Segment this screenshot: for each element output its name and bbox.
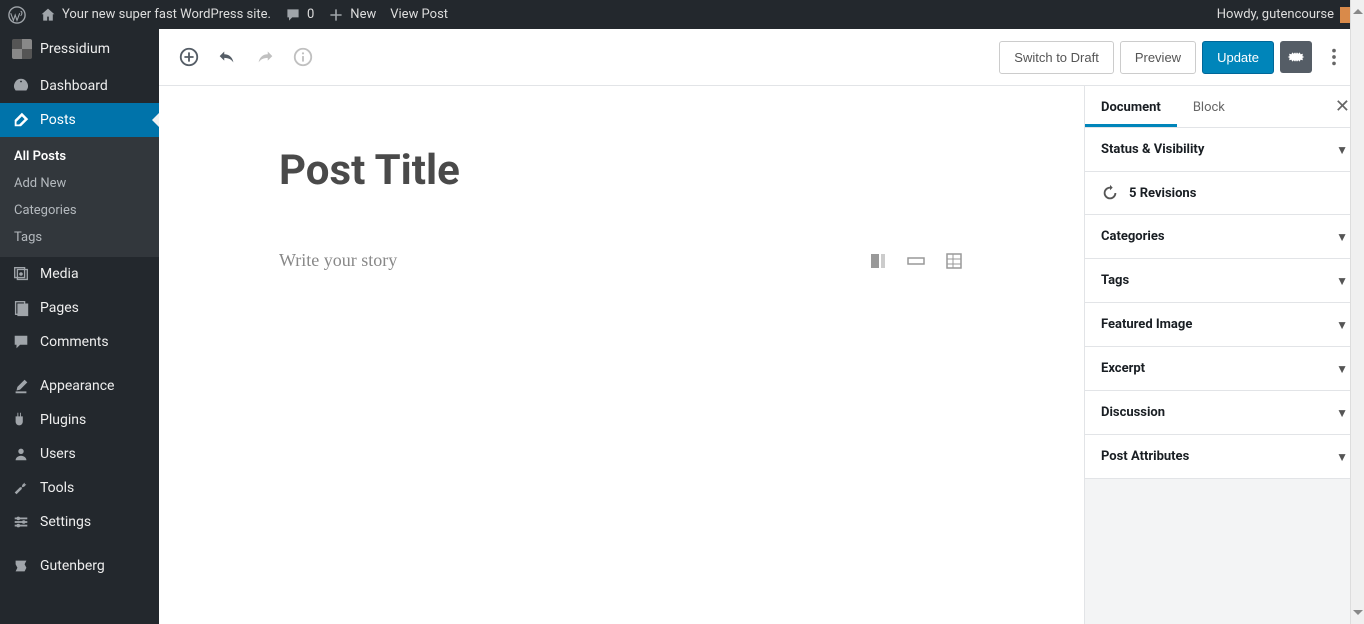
scrollbar[interactable] <box>1350 0 1364 624</box>
editor: Switch to Draft Preview Update Post Titl… <box>159 29 1364 624</box>
chevron-down-icon: ▼ <box>1336 143 1348 157</box>
admin-sidebar: Pressidium Dashboard Posts All Posts Add… <box>0 29 159 624</box>
panel-categories[interactable]: Categories ▼ <box>1085 215 1364 259</box>
sidebar-brand[interactable]: Pressidium <box>0 29 159 69</box>
submenu-tags[interactable]: Tags <box>0 224 159 251</box>
layout-wide-icon[interactable] <box>906 251 926 271</box>
layout-stack-icon[interactable] <box>868 251 888 271</box>
menu-appearance[interactable]: Appearance <box>0 369 159 403</box>
menu-plugins[interactable]: Plugins <box>0 403 159 437</box>
info-button[interactable] <box>287 41 319 73</box>
panel-status[interactable]: Status & Visibility ▼ <box>1085 128 1364 172</box>
submenu-all-posts[interactable]: All Posts <box>0 143 159 170</box>
new-link[interactable]: New <box>328 7 376 23</box>
panel-revisions[interactable]: 5 Revisions <box>1085 172 1364 215</box>
menu-users[interactable]: Users <box>0 437 159 471</box>
chevron-down-icon: ▼ <box>1336 230 1348 244</box>
comments-link[interactable]: 0 <box>285 7 314 23</box>
paragraph-placeholder[interactable]: Write your story <box>279 250 868 271</box>
post-title-input[interactable]: Post Title <box>279 146 964 195</box>
tab-block[interactable]: Block <box>1177 86 1241 127</box>
menu-gutenberg[interactable]: Gutenberg <box>0 549 159 583</box>
wp-logo[interactable] <box>8 6 26 24</box>
posts-submenu: All Posts Add New Categories Tags <box>0 137 159 257</box>
preview-button[interactable]: Preview <box>1120 41 1196 74</box>
brand-icon <box>12 39 32 59</box>
panel-post-attributes[interactable]: Post Attributes ▼ <box>1085 435 1364 479</box>
menu-comments[interactable]: Comments <box>0 325 159 359</box>
chevron-down-icon: ▼ <box>1336 274 1348 288</box>
submenu-add-new[interactable]: Add New <box>0 170 159 197</box>
undo-button[interactable] <box>211 41 243 73</box>
menu-settings[interactable]: Settings <box>0 505 159 539</box>
chevron-down-icon: ▼ <box>1336 450 1348 464</box>
menu-media[interactable]: Media <box>0 257 159 291</box>
editor-header: Switch to Draft Preview Update <box>159 29 1364 86</box>
chevron-down-icon: ▼ <box>1336 406 1348 420</box>
menu-dashboard[interactable]: Dashboard <box>0 69 159 103</box>
submenu-categories[interactable]: Categories <box>0 197 159 224</box>
site-title-link[interactable]: Your new super fast WordPress site. <box>40 7 271 23</box>
settings-toggle-button[interactable] <box>1280 41 1312 73</box>
view-post-link[interactable]: View Post <box>390 7 448 22</box>
admin-bar: Your new super fast WordPress site. 0 Ne… <box>0 0 1364 29</box>
panel-tags[interactable]: Tags ▼ <box>1085 259 1364 303</box>
editor-canvas[interactable]: Post Title Write your story <box>159 86 1084 624</box>
chevron-down-icon: ▼ <box>1336 362 1348 376</box>
menu-tools[interactable]: Tools <box>0 471 159 505</box>
more-options-button[interactable] <box>1318 41 1350 73</box>
history-icon <box>1101 184 1119 202</box>
panel-discussion[interactable]: Discussion ▼ <box>1085 391 1364 435</box>
chevron-down-icon: ▼ <box>1336 318 1348 332</box>
redo-button[interactable] <box>249 41 281 73</box>
add-block-button[interactable] <box>173 41 205 73</box>
site-title: Your new super fast WordPress site. <box>62 7 271 22</box>
howdy-link[interactable]: Howdy, gutencourse <box>1217 7 1356 23</box>
panel-featured-image[interactable]: Featured Image ▼ <box>1085 303 1364 347</box>
tab-document[interactable]: Document <box>1085 86 1177 127</box>
new-label: New <box>350 7 376 22</box>
panel-excerpt[interactable]: Excerpt ▼ <box>1085 347 1364 391</box>
switch-to-draft-button[interactable]: Switch to Draft <box>999 41 1114 74</box>
comments-count: 0 <box>307 7 314 22</box>
update-button[interactable]: Update <box>1202 41 1274 74</box>
layout-grid-icon[interactable] <box>944 251 964 271</box>
menu-pages[interactable]: Pages <box>0 291 159 325</box>
menu-posts[interactable]: Posts <box>0 103 159 137</box>
settings-panel: Document Block ✕ Status & Visibility ▼ 5… <box>1084 86 1364 624</box>
